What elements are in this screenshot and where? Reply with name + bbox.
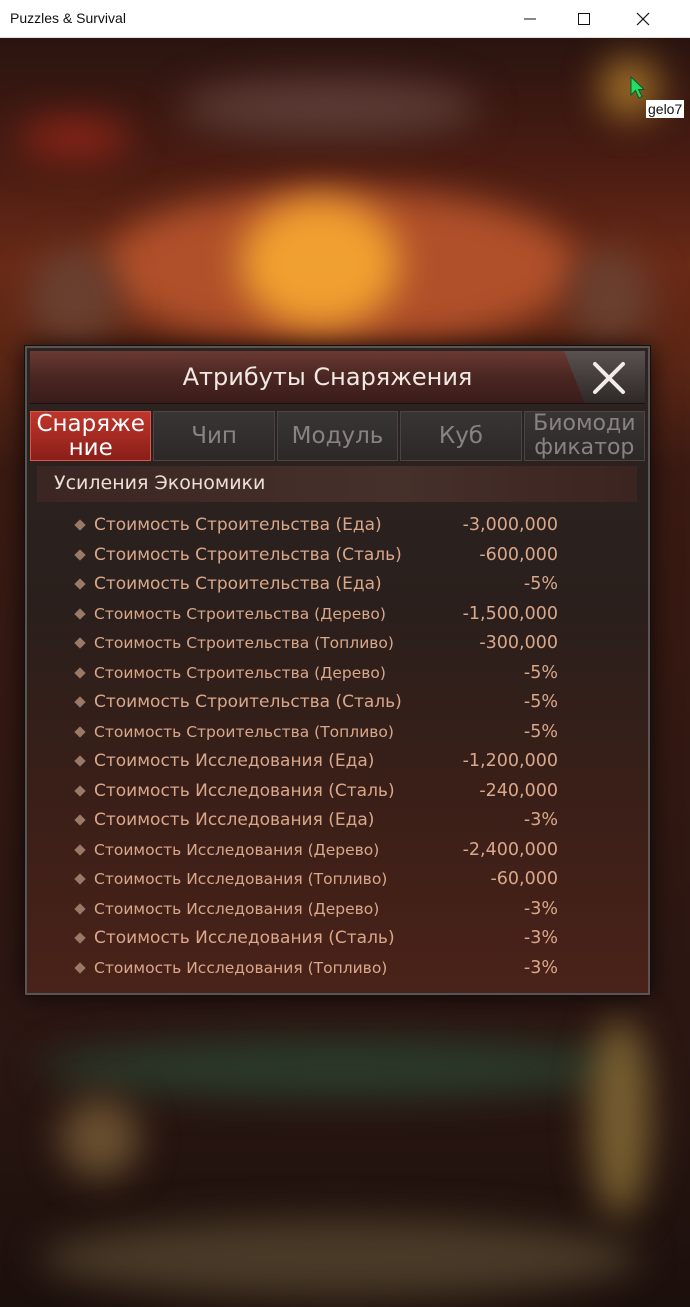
attribute-label: Стоимость Строительства (Сталь)	[94, 544, 402, 565]
attribute-row: Стоимость Строительства (Сталь) -600,000	[27, 541, 647, 571]
attribute-label: Стоимость Исследования (Дерево)	[94, 840, 380, 859]
maximize-icon	[578, 13, 590, 25]
attribute-row: Стоимость Исследования (Еда) -1,200,000	[27, 747, 647, 777]
attribute-label: Стоимость Строительства (Дерево)	[94, 663, 386, 682]
diamond-bullet-icon	[74, 843, 86, 856]
attribute-row: Стоимость Строительства (Дерево) -5%	[27, 659, 647, 689]
diamond-bullet-icon	[74, 725, 86, 738]
attribute-value: -3,000,000	[462, 515, 558, 535]
diamond-bullet-icon	[74, 637, 86, 649]
attribute-row: Стоимость Исследования (Дерево) -2,400,00…	[27, 836, 647, 866]
diamond-bullet-icon	[74, 607, 86, 620]
attribute-row: Стоимость Исследования (Сталь) -3%	[27, 924, 647, 954]
attribute-row: Стоимость Строительства (Топливо) -300,00…	[27, 629, 647, 659]
attribute-value: -600,000	[479, 544, 558, 565]
minimize-icon	[524, 18, 536, 20]
window-title: Puzzles & Survival	[10, 10, 126, 26]
attribute-row: Стоимость Строительства (Еда) -5%	[27, 570, 647, 600]
diamond-bullet-icon	[74, 784, 86, 797]
attributes-list: Стоимость Строительства (Еда) -3,000,000 …	[27, 511, 647, 983]
attribute-row: Стоимость Строительства (Дерево) -1,500,0…	[27, 600, 647, 630]
diamond-bullet-icon	[74, 578, 86, 590]
close-icon	[636, 12, 650, 26]
diamond-bullet-icon	[74, 696, 86, 708]
attribute-label: Стоимость Строительства (Сталь)	[94, 692, 402, 712]
tab-module[interactable]: Модуль	[276, 411, 399, 461]
attribute-value: -5%	[523, 574, 558, 594]
attribute-label: Стоимость Исследования (Сталь)	[94, 780, 395, 801]
diamond-bullet-icon	[74, 666, 86, 679]
diamond-bullet-icon	[74, 961, 86, 974]
tab-biomodifier[interactable]: Биомоди фикатор	[523, 411, 646, 461]
attribute-value: -5%	[523, 692, 558, 712]
attribute-value: -60,000	[490, 869, 558, 889]
modal-close-button[interactable]	[530, 351, 645, 403]
diamond-bullet-icon	[74, 932, 86, 944]
section-header: Усиления Экономики	[37, 466, 637, 502]
attribute-row: Стоимость Исследования (Еда) -3%	[27, 806, 647, 836]
attribute-label: Стоимость Исследования (Дерево)	[94, 899, 380, 918]
attribute-label: Стоимость Строительства (Дерево)	[94, 604, 386, 623]
attribute-value: -240,000	[479, 780, 558, 801]
attribute-value: -1,200,000	[462, 751, 558, 771]
category-tabs: Снаряже ние Чип Модуль Куб Биомоди фикат…	[30, 411, 646, 461]
mouse-cursor-icon	[630, 76, 646, 99]
attribute-value: -3%	[523, 957, 558, 978]
section-title: Усиления Экономики	[54, 472, 266, 494]
maximize-button[interactable]	[558, 0, 610, 38]
attribute-label: Стоимость Исследования (Еда)	[94, 810, 375, 830]
attribute-label: Стоимость Исследования (Еда)	[94, 751, 375, 771]
attribute-value: -2,400,000	[462, 839, 558, 860]
minimize-button[interactable]	[504, 0, 556, 38]
attribute-row: Стоимость Исследования (Топливо) -60,000	[27, 865, 647, 895]
attribute-row: Стоимость Строительства (Сталь) -5%	[27, 688, 647, 718]
diamond-bullet-icon	[74, 755, 86, 767]
attribute-value: -3%	[523, 810, 558, 830]
user-tag: gelo7	[646, 100, 685, 118]
attribute-label: Стоимость Исследования (Топливо)	[94, 870, 388, 888]
attribute-row: Стоимость Исследования (Дерево) -3%	[27, 895, 647, 925]
attribute-label: Стоимость Исследования (Топливо)	[94, 958, 388, 977]
attribute-row: Стоимость Строительства (Еда) -3,000,000	[27, 511, 647, 541]
window-titlebar: Puzzles & Survival	[0, 0, 690, 38]
attribute-row: Стоимость Строительства (Топливо) -5%	[27, 718, 647, 748]
equipment-attributes-modal: Атрибуты Снаряжения Снаряже ние Чип Моду…	[25, 346, 650, 995]
attribute-label: Стоимость Строительства (Топливо)	[94, 634, 394, 652]
tab-cube[interactable]: Куб	[400, 411, 522, 461]
attribute-row: Стоимость Исследования (Сталь) -240,000	[27, 777, 647, 807]
diamond-bullet-icon	[74, 873, 86, 885]
attribute-label: Стоимость Строительства (Еда)	[94, 574, 382, 594]
attribute-label: Стоимость Строительства (Топливо)	[94, 722, 394, 741]
attribute-label: Стоимость Строительства (Еда)	[94, 515, 382, 535]
attribute-value: -5%	[523, 662, 558, 683]
modal-header: Атрибуты Снаряжения	[30, 351, 645, 404]
attribute-value: -1,500,000	[462, 603, 558, 624]
diamond-bullet-icon	[74, 519, 86, 531]
tab-chip[interactable]: Чип	[153, 411, 275, 461]
close-icon	[593, 362, 625, 394]
diamond-bullet-icon	[74, 814, 86, 826]
diamond-bullet-icon	[74, 548, 86, 561]
attribute-value: -300,000	[479, 633, 558, 653]
attribute-value: -5%	[523, 721, 558, 742]
tab-equipment[interactable]: Снаряже ние	[30, 411, 152, 461]
attribute-value: -3%	[523, 898, 558, 919]
attribute-value: -3%	[523, 928, 558, 948]
window-close-button[interactable]	[617, 0, 669, 38]
diamond-bullet-icon	[74, 902, 86, 915]
attribute-label: Стоимость Исследования (Сталь)	[94, 928, 395, 948]
attribute-row: Стоимость Исследования (Топливо) -3%	[27, 954, 647, 984]
